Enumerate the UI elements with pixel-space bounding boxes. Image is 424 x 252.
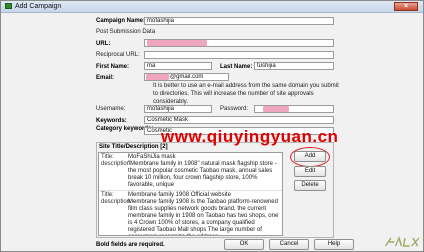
first-name-input[interactable]: ma: [144, 62, 212, 70]
site-title-description-label: Site Title/Description [2]: [98, 144, 169, 150]
password-redaction: [263, 106, 289, 112]
url-redaction: [147, 40, 207, 46]
email-label: Email:: [96, 75, 115, 81]
close-button[interactable]: ×: [394, 2, 418, 11]
site-description-list[interactable]: Title: MoFaShiJia mask description: "Mem…: [98, 152, 283, 236]
list-item[interactable]: Title: MoFaShiJia mask description: "Mem…: [99, 153, 282, 191]
keywords-label: Keywords:: [96, 118, 127, 124]
add-campaign-window: Add Campaign × Campaign Name: mofashijia…: [0, 0, 424, 252]
first-name-label: First Name:: [96, 64, 130, 70]
help-button[interactable]: Help: [314, 239, 354, 250]
keywords-input[interactable]: Cosmetic Mask: [144, 116, 334, 124]
campaign-name-input[interactable]: mofashijia: [144, 17, 334, 25]
url-label: URL:: [96, 41, 111, 47]
entry-title-label: Title:: [101, 154, 114, 160]
entry-title: Membrane family 1908 Official website: [128, 192, 231, 198]
reciprocal-url-input[interactable]: [144, 51, 334, 59]
username-input[interactable]: mofashijia: [144, 105, 212, 113]
app-icon: [5, 3, 12, 9]
entry-description: Membrane family 1908 is the Taobao platf…: [128, 199, 279, 235]
corner-logo-mark: [383, 235, 422, 251]
entry-description: "Membrane family in 1908" natural mask f…: [128, 161, 277, 188]
last-name-label: Last Name:: [220, 64, 253, 70]
username-label: Username:: [96, 106, 126, 112]
password-label: Password:: [220, 106, 249, 112]
watermark-text: www.qiuyingyuan.cn: [161, 127, 339, 146]
entry-description-label: description:: [101, 161, 132, 167]
cancel-button[interactable]: Cancel: [269, 239, 309, 250]
entry-title-label: Title:: [101, 192, 114, 198]
add-button-highlight-circle: [290, 147, 330, 167]
entry-description-label: description:: [101, 199, 132, 205]
delete-button[interactable]: Delete: [294, 180, 326, 191]
list-item[interactable]: Title: Membrane family 1908 Official web…: [99, 191, 282, 235]
last-name-input[interactable]: tushijia: [254, 62, 334, 70]
edit-button[interactable]: Edit: [294, 166, 326, 177]
post-submission-label: Post Submission Data: [96, 29, 156, 35]
entry-title: MoFaShiJia mask: [128, 154, 176, 160]
required-fields-note: Bold fields are required.: [96, 242, 165, 248]
title-bar: Add Campaign ×: [1, 1, 423, 13]
email-redaction: [146, 74, 169, 80]
corner-logo-glyphs: [384, 235, 420, 247]
ok-button[interactable]: OK: [224, 239, 264, 250]
email-note: It is better to use an e-mail address fr…: [153, 83, 339, 105]
window-title: Add Campaign: [15, 3, 62, 10]
reciprocal-url-label: Reciprocal URL:: [96, 52, 140, 58]
campaign-name-label: Campaign Name:: [96, 18, 146, 24]
